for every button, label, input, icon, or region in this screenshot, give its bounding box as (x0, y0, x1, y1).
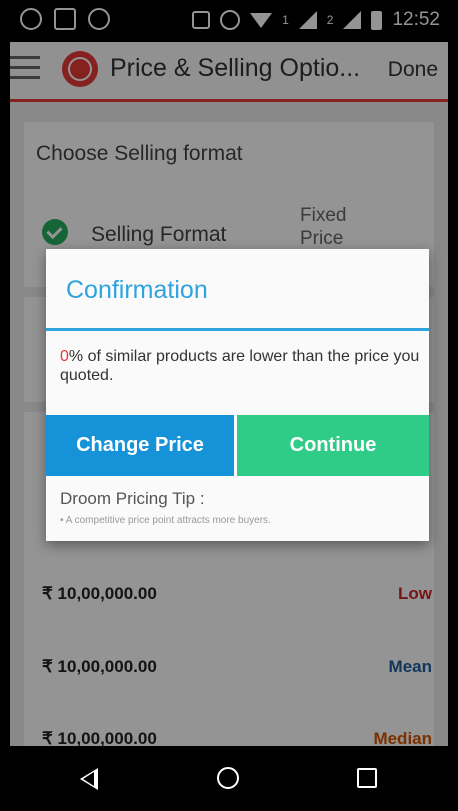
back-icon[interactable] (80, 768, 98, 790)
dialog-message-text: % of similar products are lower than the… (60, 348, 420, 384)
dialog-title: Confirmation (66, 276, 208, 304)
recent-apps-icon[interactable] (357, 768, 377, 788)
navigation-bar (10, 746, 448, 811)
phone-screen: 1 2 12:52 Price & Selling Optio... Done … (10, 0, 448, 811)
pricing-tip-title: Droom Pricing Tip : (60, 489, 205, 508)
dialog-message: 0% of similar products are lower than th… (60, 347, 420, 385)
home-icon[interactable] (217, 767, 239, 789)
percent-value: 0 (60, 348, 69, 365)
dialog-divider (46, 328, 429, 331)
continue-button[interactable]: Continue (237, 415, 429, 476)
change-price-button[interactable]: Change Price (46, 415, 234, 476)
pricing-tip-text: • A competitive price point attracts mor… (60, 515, 271, 526)
confirmation-dialog: Confirmation 0% of similar products are … (46, 249, 429, 541)
